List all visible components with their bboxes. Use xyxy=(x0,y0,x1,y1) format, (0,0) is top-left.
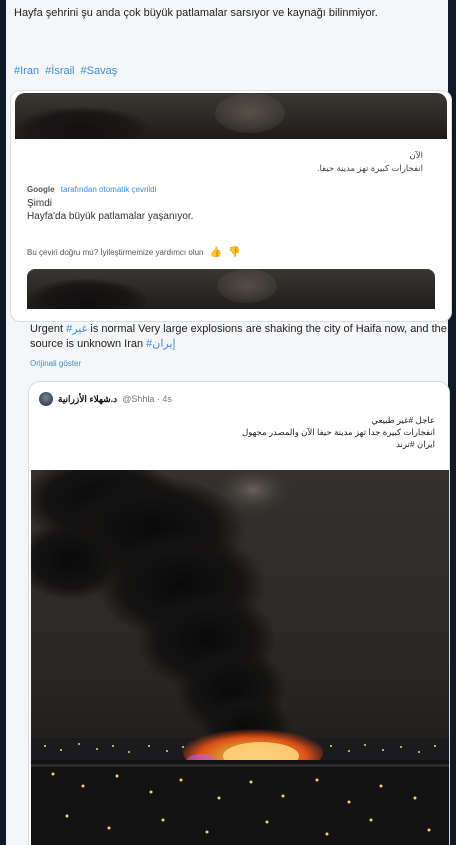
english-tweet-text: Urgent #غير is normal Very large explosi… xyxy=(30,322,450,352)
frame-edge-left xyxy=(0,0,6,845)
quoted-text: عاجل #غير طبيعي انفجارات كبيرة جدا تهز م… xyxy=(55,414,435,450)
smoke-shape xyxy=(17,107,147,139)
avatar[interactable] xyxy=(39,392,53,406)
arabic-line: الآن xyxy=(409,150,423,160)
translation-attribution: Google tarafından otomatik çevrildi xyxy=(27,185,427,194)
translated-line: Şimdi xyxy=(27,198,53,209)
arabic-line: انفجارات كبيرة تهز مدينة حيفا. xyxy=(317,163,423,173)
quoted-line: انفجارات كبيرة جدا تهز مدينة حيفا الآن و… xyxy=(242,427,435,437)
tweet-text: Hayfa şehrini şu anda çok büyük patlamal… xyxy=(14,7,378,19)
text-segment: is normal Very large explosions are shak… xyxy=(30,323,447,350)
author-name[interactable]: د.شهلاء الأزرانية xyxy=(58,394,117,405)
quoted-header: د.شهلاء الأزرانية @Shhla · 4s xyxy=(39,392,172,406)
quoted-line: ايران #ترند xyxy=(396,439,435,449)
reposted-card[interactable]: الآن انفجارات كبيرة تهز مدينة حيفا. Goog… xyxy=(10,90,452,322)
translation-block: Google tarafından otomatik çevrildi Şimd… xyxy=(27,185,427,223)
quoted-tweet[interactable]: د.شهلاء الأزرانية @Shhla · 4s عاجل #غير … xyxy=(28,381,450,845)
feedback-text: Bu çeviri doğru mu? İyileştirmemize yard… xyxy=(27,248,204,257)
arabic-original-text: الآن انفجارات كبيرة تهز مدينة حيفا. xyxy=(123,149,423,175)
google-label: Google xyxy=(27,185,55,194)
hashtag-link[interactable]: #غير xyxy=(66,323,87,335)
photo-illustration xyxy=(31,470,449,845)
author-handle: @Shhla · 4s xyxy=(122,394,172,404)
text-segment: Urgent xyxy=(30,323,67,335)
explosion-photo[interactable] xyxy=(31,470,449,845)
show-original-link[interactable]: Orijinali göster xyxy=(30,359,81,368)
glow-shape xyxy=(215,93,285,133)
thumbs-up-icon[interactable]: 👍 xyxy=(210,247,222,258)
smoke-shape xyxy=(27,279,147,309)
auto-translated-link[interactable]: tarafından otomatik çevrildi xyxy=(61,185,157,194)
translation-feedback: Bu çeviri doğru mu? İyileştirmemize yard… xyxy=(27,247,447,258)
quoted-line: عاجل #غير طبيعي xyxy=(371,415,435,425)
hashtag-link[interactable]: #إيران xyxy=(146,338,175,350)
hashtag-link[interactable]: #İsrail xyxy=(45,65,74,77)
translated-line: Hayfa'da büyük patlamalar yaşanıyor. xyxy=(27,211,194,222)
photo-preview[interactable] xyxy=(27,269,435,309)
screenshot-frame: Hayfa şehrini şu anda çok büyük patlamal… xyxy=(0,0,456,845)
hashtag-row: #Iran #İsrail #Savaş xyxy=(14,65,120,77)
photo-preview[interactable] xyxy=(15,93,447,139)
hashtag-link[interactable]: #Iran xyxy=(14,65,39,77)
thumbs-down-icon[interactable]: 👎 xyxy=(228,247,240,258)
glow-shape xyxy=(217,269,277,303)
hashtag-link[interactable]: #Savaş xyxy=(81,65,118,77)
